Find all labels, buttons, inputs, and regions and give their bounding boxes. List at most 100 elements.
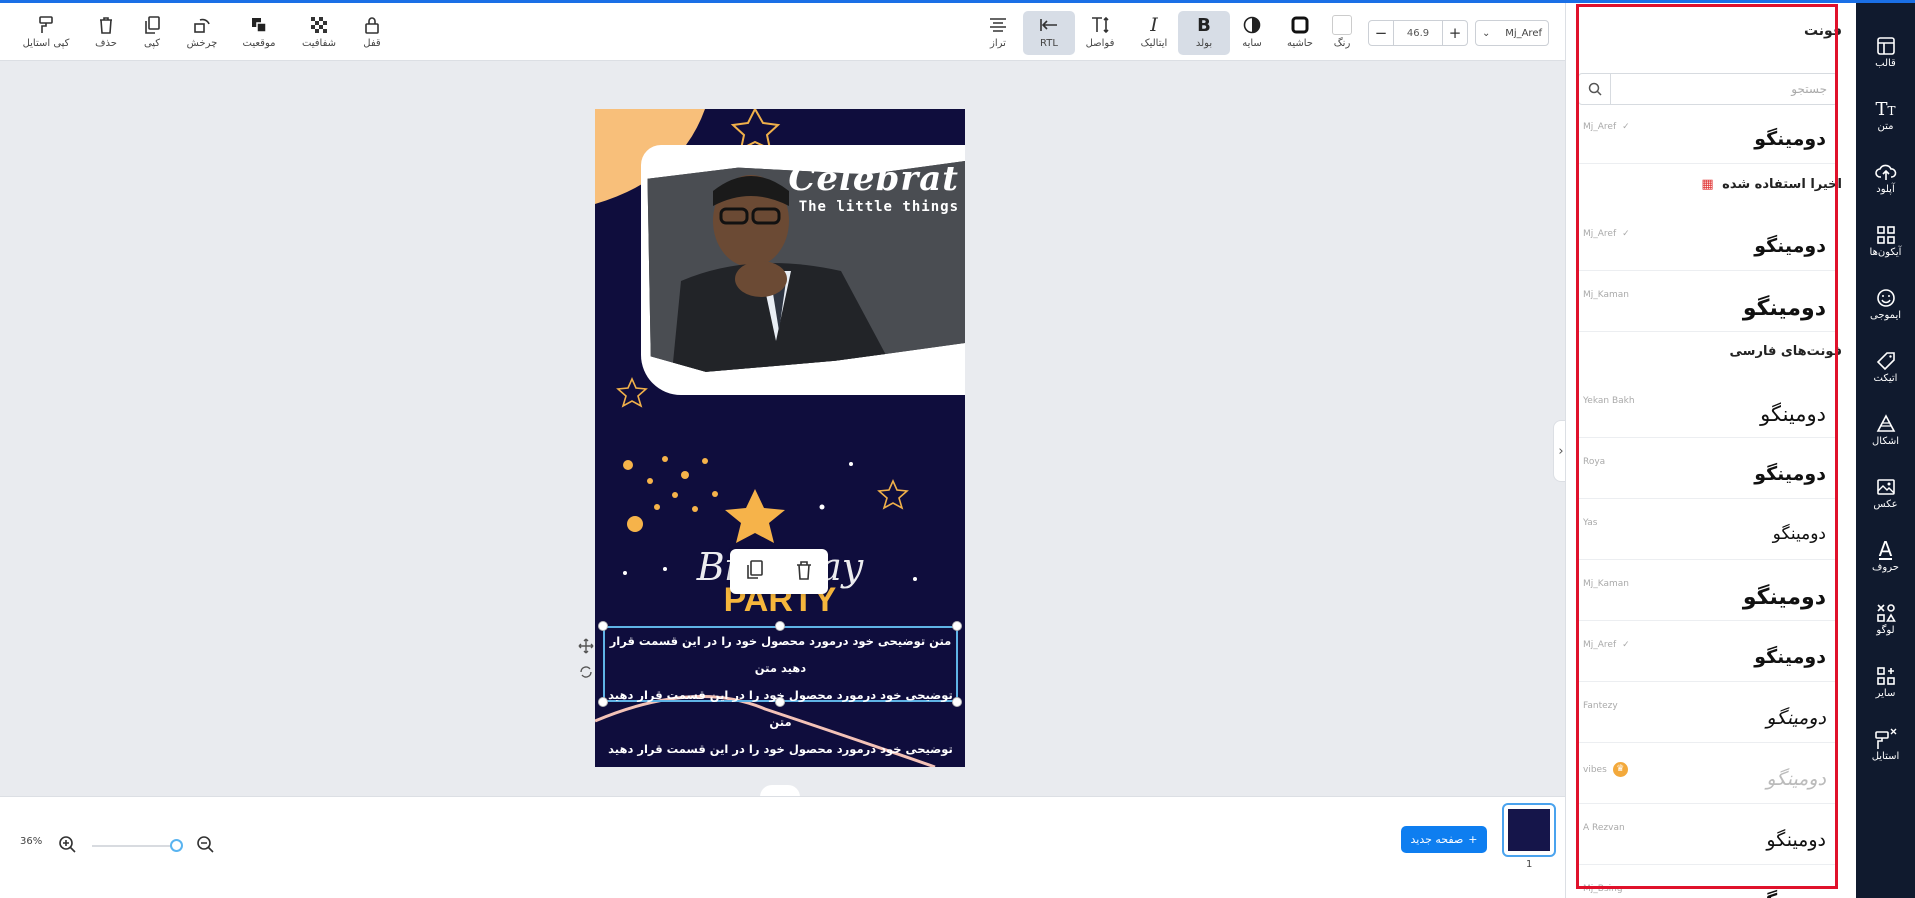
subline-text[interactable]: The little things [799,199,959,215]
color-label: رنگ [1333,38,1351,49]
sidebar-item-shapes[interactable]: اشکال [1856,406,1915,462]
resize-handle[interactable] [775,621,785,631]
align-icon [987,14,1009,36]
bold-label: بولد [1195,38,1213,49]
font-size-increase-button[interactable]: + [1443,21,1467,45]
color-button[interactable]: رنگ [1316,11,1368,55]
sidebar-item-label: عکس [1873,499,1898,510]
transparency-button[interactable]: شفافیت [293,11,345,55]
upload-icon [1874,160,1898,184]
move-handle-icon[interactable] [578,638,594,654]
transparency-icon [308,14,330,36]
resize-handle[interactable] [598,697,608,707]
zoom-percentage: 36% [20,836,43,847]
rtl-button[interactable]: RTL [1023,11,1075,55]
trash-icon[interactable] [795,560,813,584]
shadow-button[interactable]: سایه [1226,11,1278,55]
headline-text[interactable]: Celebrat [788,159,959,199]
sidebar-item-emoji[interactable]: ایموجی [1856,280,1915,336]
sidebar-item-upload[interactable]: آپلود [1856,154,1915,210]
bold-button[interactable]: B بولد [1178,11,1230,55]
border-label: حاشیه [1287,38,1313,49]
resize-handle[interactable] [952,697,962,707]
rotate-handle-icon[interactable] [578,664,594,680]
sidebar-item-label: ایموجی [1869,310,1902,321]
sidebar-item-logo[interactable]: لوگو [1856,595,1915,651]
align-label: تراز [990,38,1006,49]
lock-button[interactable]: قفل [346,11,398,55]
new-page-label: صفحه جدید [1410,833,1464,846]
element-context-menu [730,549,828,594]
sidebar-item-more[interactable]: سایر [1856,658,1915,714]
template-icon [1874,34,1898,58]
highlight-frame [1576,4,1838,889]
image-icon [1874,475,1898,499]
resize-handle[interactable] [598,621,608,631]
zoom-in-icon[interactable] [58,835,76,857]
bottom-bar [0,796,1565,898]
design-page[interactable]: Celebrat The little things Birthday PART… [595,109,965,767]
lock-icon [361,14,383,36]
sidebar-item-text[interactable]: TT متن [1856,91,1915,147]
text-icon: TT [1875,98,1896,120]
selected-body-text[interactable]: متن توضیحی خود درمورد محصول خود را در ای… [603,626,958,756]
font-family-select[interactable]: ⌄ Mj_Aref [1475,20,1549,46]
copy-icon [141,14,163,36]
sidebar-item-image[interactable]: عکس [1856,469,1915,525]
page-thumbnail[interactable] [1502,803,1556,857]
sidebar-item-label: حروف [1872,562,1899,573]
bold-icon: B [1197,14,1211,36]
top-toolbar: کپی استایل حذف کپی چرخش موقعیت شفافیت قف… [0,3,1565,61]
zoom-slider[interactable] [92,845,180,847]
font-size-stepper[interactable]: − 46.9 + [1368,20,1468,46]
position-button[interactable]: موقعیت [233,11,285,55]
font-preview: دومینگو [1754,890,1826,898]
duplicate-icon[interactable] [746,559,764,584]
sidebar-item-template[interactable]: قالب [1856,28,1915,84]
more-icon [1874,664,1898,688]
sidebar-item-label: قالب [1875,58,1896,69]
shapes-icon [1874,412,1898,436]
rotate-icon [191,14,213,36]
resize-handle[interactable] [775,697,785,707]
body-text-line-2: توضیحی خود درمورد محصول خود را در این قس… [608,688,953,729]
sidebar-item-label: آیکون‌ها [1869,247,1902,258]
spacing-button[interactable]: فواصل [1074,11,1126,55]
font-size-decrease-button[interactable]: − [1369,21,1393,45]
chevron-down-icon: ⌄ [1482,27,1491,39]
shadow-label: سایه [1242,38,1262,49]
rotate-button[interactable]: چرخش [176,11,228,55]
new-page-button[interactable]: + صفحه جدید [1401,826,1487,853]
sidebar-item-label: متن [1877,121,1894,132]
align-button[interactable]: تراز [972,11,1024,55]
font-size-value[interactable]: 46.9 [1393,21,1443,45]
plus-icon: + [1468,833,1478,846]
copy-style-button[interactable]: کپی استایل [20,11,72,55]
chevron-right-icon: › [1558,443,1564,459]
copy-label: کپی [143,38,161,49]
italic-icon: I [1150,14,1158,36]
shadow-icon [1241,14,1263,36]
italic-button[interactable]: I ایتالیک [1128,11,1180,55]
right-sidebar: قالب TT متن آپلود آیکون‌ها ایموجی اتیکت … [1856,3,1915,898]
sidebar-item-icons[interactable]: آیکون‌ها [1856,217,1915,273]
sidebar-item-letters[interactable]: A حروف [1856,532,1915,588]
sidebar-item-style[interactable]: استایل [1856,721,1915,777]
font-family-value: Mj_Aref [1505,27,1542,39]
page-thumbnail-preview [1508,809,1550,851]
delete-label: حذف [95,38,117,49]
letters-icon: A [1878,537,1893,561]
sidebar-item-tag[interactable]: اتیکت [1856,343,1915,399]
logo-icon [1874,601,1898,625]
color-swatch-icon [1331,14,1353,36]
delete-button[interactable]: حذف [80,11,132,55]
zoom-slider-knob[interactable] [170,839,183,852]
photo-card[interactable]: Celebrat The little things [641,145,965,395]
copy-button[interactable]: کپی [126,11,178,55]
tag-icon [1874,349,1898,373]
sidebar-item-label: اشکال [1872,436,1899,447]
style-icon [1874,727,1898,751]
resize-handle[interactable] [952,621,962,631]
border-icon [1289,14,1311,36]
zoom-out-icon[interactable] [196,835,214,857]
